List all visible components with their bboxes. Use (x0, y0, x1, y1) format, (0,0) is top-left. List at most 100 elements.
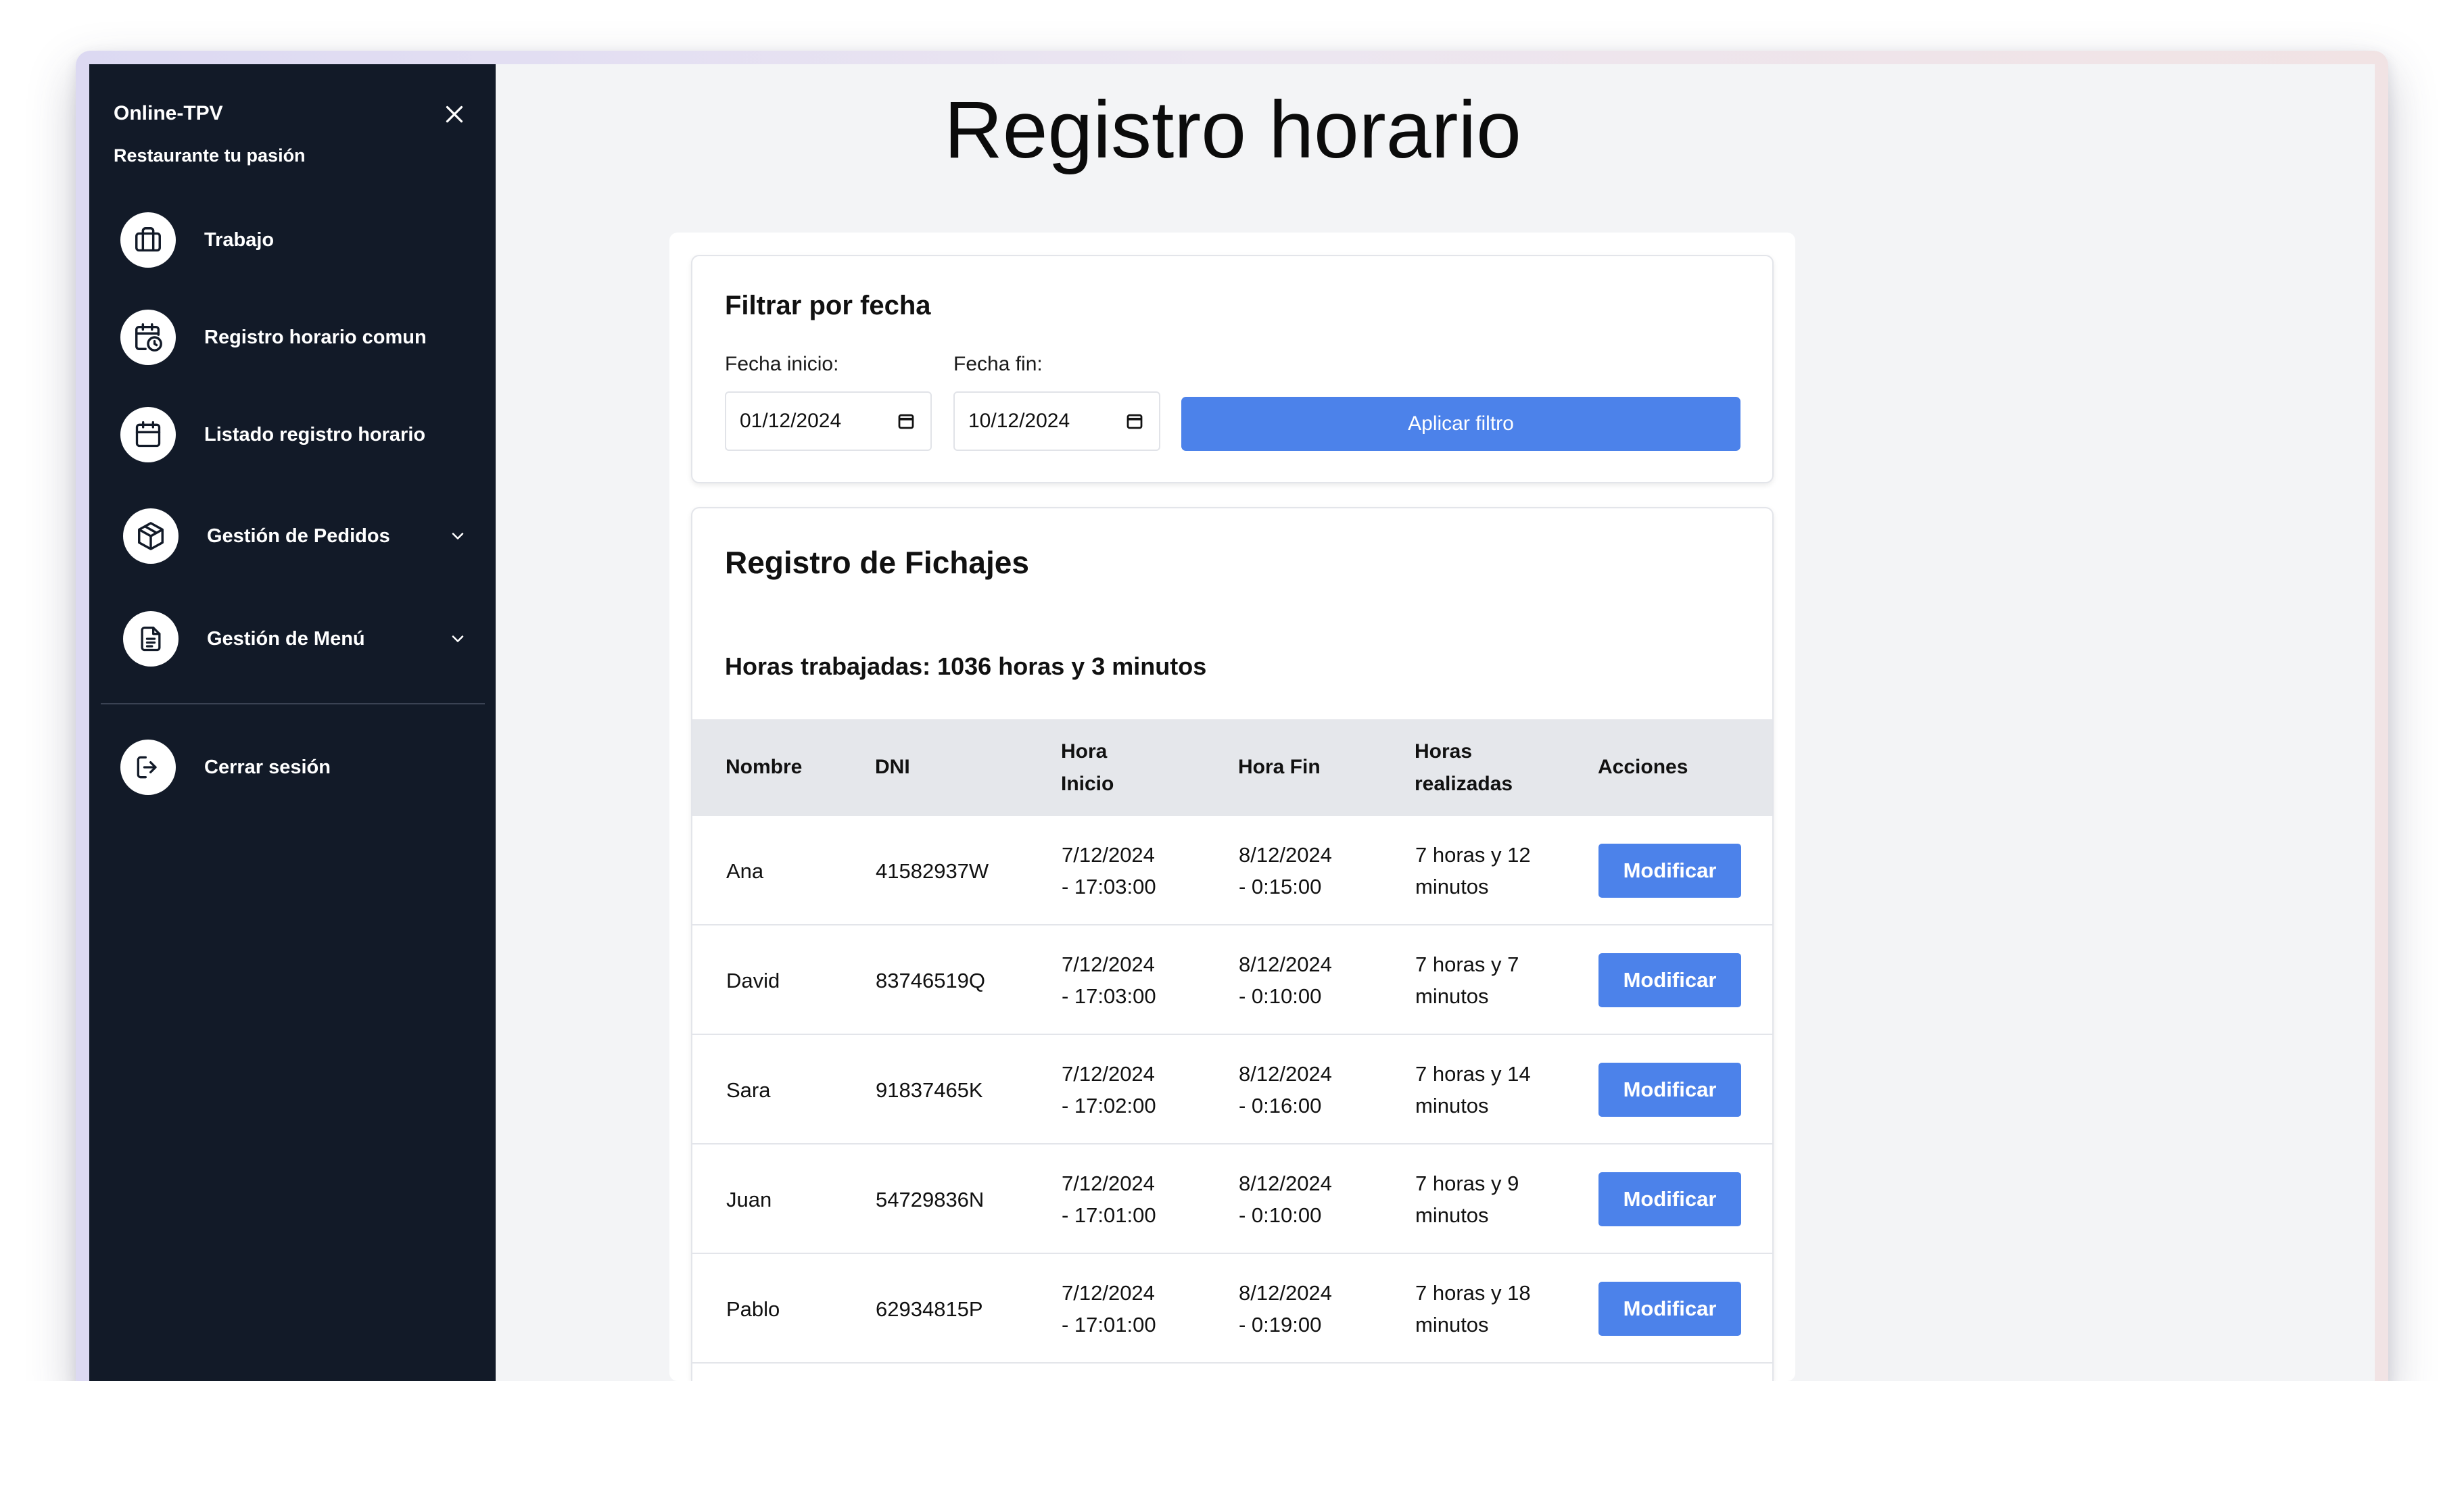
cell-hours-line2: minutos (1415, 984, 1489, 1008)
cell-start: 7/12/2024 - 17:03:00 (1062, 839, 1210, 902)
sidebar-item-label: Listado registro horario (204, 423, 426, 445)
logout-icon (120, 740, 176, 795)
table-row (692, 1364, 1772, 1391)
cell-hours-line1: 7 horas y 18 (1415, 1281, 1531, 1305)
cell-start-date: 7/12/2024 (1062, 1281, 1155, 1305)
end-date-label: Fecha fin: (953, 353, 1043, 375)
cell-hours: 7 horas y 7 minutos (1415, 948, 1571, 1012)
cell-hours-line1: 7 horas y 7 (1415, 953, 1519, 976)
sidebar-item-registro-horario-comun[interactable]: Registro horario comun (120, 309, 472, 366)
cell-end-date: 8/12/2024 (1239, 843, 1332, 867)
package-icon (123, 508, 179, 564)
cell-start: 7/12/2024 - 17:01:00 (1062, 1277, 1210, 1341)
cell-end-date: 8/12/2024 (1239, 1172, 1332, 1195)
table-header: Nombre DNI Hora Inicio Hora Fin Horas re… (692, 719, 1772, 816)
cell-end: 8/12/2024 - 0:19:00 (1239, 1277, 1388, 1341)
end-date-value: 10/12/2024 (968, 410, 1070, 432)
close-icon (446, 105, 463, 123)
sidebar-item-gestion-pedidos[interactable]: Gestión de Pedidos (123, 508, 468, 564)
cell-hours-line1: 7 horas y 14 (1415, 1062, 1531, 1086)
sidebar-item-trabajo[interactable]: Trabajo (120, 212, 472, 268)
sidebar-divider (101, 703, 485, 704)
cell-dni: 41582937W (876, 859, 989, 883)
cell-start: 7/12/2024 - 17:02:00 (1062, 1058, 1210, 1122)
cell-end-date: 8/12/2024 (1239, 1281, 1332, 1305)
cell-hours-line2: minutos (1415, 1203, 1489, 1227)
column-header-start-line1: Hora (1061, 740, 1108, 763)
records-heading: Registro de Fichajes (725, 545, 1029, 580)
cell-name: Ana (726, 859, 764, 883)
cell-dni: 62934815P (876, 1297, 983, 1321)
filter-heading: Filtrar por fecha (725, 291, 931, 320)
cell-hours-line2: minutos (1415, 1094, 1489, 1117)
logout-label: Cerrar sesión (204, 756, 331, 778)
apply-filter-button[interactable]: Aplicar filtro (1181, 397, 1740, 451)
sidebar-item-label: Registro horario comun (204, 326, 427, 348)
cell-end: 8/12/2024 - 0:16:00 (1239, 1058, 1388, 1122)
cell-dni: 91837465K (876, 1078, 983, 1102)
modify-button[interactable]: Modificar (1598, 953, 1741, 1007)
calendar-icon[interactable] (1124, 410, 1145, 432)
logout-button[interactable]: Cerrar sesión (120, 739, 472, 796)
column-header-actions: Acciones (1598, 756, 1688, 778)
modify-button[interactable]: Modificar (1598, 1063, 1741, 1117)
table-row: Sara 91837465K 7/12/2024 - 17:02:00 8/12/202… (692, 1035, 1772, 1144)
cell-start-time: - 17:03:00 (1062, 984, 1156, 1008)
start-date-value: 01/12/2024 (740, 410, 842, 432)
cell-hours-line1: 7 horas y 9 (1415, 1172, 1519, 1195)
cell-name: David (726, 969, 780, 992)
column-header-hours: Horas realizadas (1415, 736, 1550, 800)
modify-button[interactable]: Modificar (1598, 1282, 1741, 1336)
column-header-hours-line2: realizadas (1415, 773, 1513, 795)
cell-end-time: - 0:10:00 (1239, 1203, 1322, 1227)
cell-name: Pablo (726, 1297, 780, 1321)
close-sidebar-button[interactable] (440, 99, 469, 129)
calendar-icon[interactable] (895, 410, 917, 432)
end-date-input[interactable]: 10/12/2024 (953, 391, 1160, 451)
modify-button[interactable]: Modificar (1598, 844, 1741, 898)
cell-end-time: - 0:10:00 (1239, 984, 1322, 1008)
table-row: David 83746519Q 7/12/2024 - 17:03:00 8/12/20… (692, 925, 1772, 1035)
modify-button[interactable]: Modificar (1598, 1172, 1741, 1226)
cell-hours-line1: 7 horas y 12 (1415, 843, 1531, 867)
sidebar-item-gestion-menu[interactable]: Gestión de Menú (123, 610, 468, 667)
cell-end: 8/12/2024 - 0:10:00 (1239, 948, 1388, 1012)
chevron-down-icon[interactable] (448, 629, 468, 649)
cell-start-time: - 17:01:00 (1062, 1203, 1156, 1227)
cell-name: Juan (726, 1188, 772, 1211)
cell-end: 8/12/2024 - 0:10:00 (1239, 1167, 1388, 1231)
cell-start-time: - 17:03:00 (1062, 875, 1156, 898)
cell-hours-line2: minutos (1415, 875, 1489, 898)
cell-end: 8/12/2024 - 0:15:00 (1239, 839, 1388, 902)
cell-hours-line2: minutos (1415, 1313, 1489, 1336)
app-title: Online-TPV (114, 102, 223, 124)
cell-dni: 54729836N (876, 1188, 985, 1211)
column-header-end: Hora Fin (1238, 756, 1321, 778)
cell-end-time: - 0:19:00 (1239, 1313, 1322, 1336)
briefcase-icon (120, 212, 176, 268)
document-icon (123, 611, 179, 667)
table-row: Pablo 62934815P 7/12/2024 - 17:01:00 8/12/20… (692, 1254, 1772, 1364)
start-date-label: Fecha inicio: (725, 353, 839, 375)
sidebar-item-label: Trabajo (204, 228, 275, 251)
cell-start: 7/12/2024 - 17:03:00 (1062, 948, 1210, 1012)
cell-hours: 7 horas y 12 minutos (1415, 839, 1571, 902)
hours-summary: Horas trabajadas: 1036 horas y 3 minutos (725, 652, 1207, 680)
cell-start-time: - 17:02:00 (1062, 1094, 1156, 1117)
column-header-start: Hora Inicio (1061, 736, 1196, 800)
calendar-clock-icon (120, 310, 176, 365)
chevron-down-icon[interactable] (448, 526, 468, 546)
table-row: Ana 41582937W 7/12/2024 - 17:03:00 8/12/2024… (692, 816, 1772, 925)
column-header-start-line2: Inicio (1061, 773, 1114, 795)
cell-end-time: - 0:15:00 (1239, 875, 1322, 898)
cell-start-date: 7/12/2024 (1062, 1062, 1155, 1086)
cell-start-date: 7/12/2024 (1062, 843, 1155, 867)
column-header-dni: DNI (875, 756, 910, 778)
sidebar-item-listado-registro-horario[interactable]: Listado registro horario (120, 406, 472, 463)
cell-end-time: - 0:16:00 (1239, 1094, 1322, 1117)
sidebar-item-label: Gestión de Pedidos (207, 525, 390, 547)
start-date-input[interactable]: 01/12/2024 (725, 391, 932, 451)
calendar-icon (120, 407, 176, 462)
table-row: Juan 54729836N 7/12/2024 - 17:01:00 8/12/202… (692, 1144, 1772, 1254)
sidebar-item-label: Gestión de Menú (207, 627, 365, 650)
